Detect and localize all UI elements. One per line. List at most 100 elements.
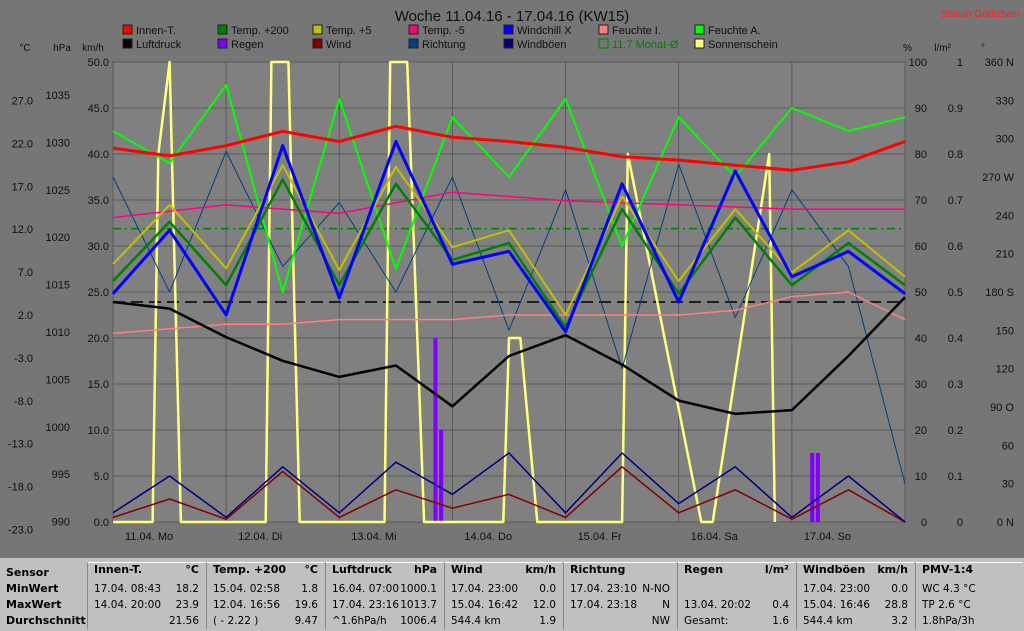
stats-cell-time: 17.04. 23:18 (570, 599, 637, 611)
rain-tick: 0.8 (948, 149, 963, 161)
axis-unit: hPa (53, 43, 71, 54)
humidity-tick: 70 (915, 195, 927, 207)
x-tick: 12.04. Di (238, 531, 282, 543)
stats-cell-time: 13.04. 20:02 (684, 599, 751, 611)
stats-cell-time: 12.04. 16:56 (213, 599, 280, 611)
direction-tick: 30 (1002, 479, 1014, 491)
x-tick: 17.04. So (804, 531, 851, 543)
legend-swatch (408, 24, 419, 35)
direction-tick: 360 N (985, 57, 1014, 69)
axis-unit: °C (19, 43, 30, 54)
stats-cell-value: 1000.1 (400, 583, 437, 595)
pressure-tick: 1035 (46, 90, 70, 102)
legend-label: Innen-T. (136, 25, 176, 37)
stats-row: 17.04. 23:10 N-NO (570, 583, 670, 597)
wind-tick: 45.0 (88, 103, 109, 115)
direction-tick: 0 N (997, 517, 1014, 529)
stats-panel-unit: hPa (413, 563, 437, 576)
stats-cell-time: ^1.6hPa/h (332, 615, 387, 627)
rain-tick: 0.1 (948, 471, 963, 483)
rain-tick: 0.5 (948, 287, 963, 299)
stats-panel-unit: °C (304, 563, 318, 576)
stats-row: 12.04. 16:56 19.6 (213, 599, 318, 613)
direction-tick: 300 (996, 134, 1014, 146)
legend-label: Windböen (517, 39, 567, 51)
wind-tick: 35.0 (88, 195, 109, 207)
wind-tick: 15.0 (88, 379, 109, 391)
direction-tick: 90 O (990, 402, 1014, 414)
stats-row: 17.04. 23:18 N (570, 599, 670, 613)
wind-tick: 10.0 (88, 425, 109, 437)
stats-cell-value: 1.6 (772, 615, 789, 627)
row-label-min: MinWert (6, 582, 59, 595)
stats-row: 544.4 km 1.9 (451, 615, 556, 629)
rain-tick: 1 (957, 57, 963, 69)
stats-panel-title: Temp. +200 (213, 563, 287, 576)
chart-title: Woche 11.04.16 - 17.04.16 (KW15) (395, 8, 630, 25)
x-tick: 13.04. Mi (351, 531, 396, 543)
stats-row: NW (570, 615, 670, 629)
temp-tick: -3.0 (14, 353, 33, 365)
stats-row: 17.04. 23:00 0.0 (451, 583, 556, 597)
stats-cell-value: 1013.7 (400, 599, 437, 611)
stats-cell-time: 544.4 km (803, 615, 853, 627)
legend-label: Feuchte I. (612, 25, 661, 37)
temp-tick: 12.0 (12, 224, 33, 236)
wind-tick: 5.0 (94, 471, 109, 483)
legend-label: Temp. +200 (231, 25, 289, 37)
pressure-tick: 1005 (46, 374, 70, 386)
stats-cell-value: 1006.4 (400, 615, 437, 627)
temp-tick: 22.0 (12, 138, 33, 150)
legend-swatch (217, 38, 228, 49)
stats-cell-value: 19.6 (294, 599, 318, 611)
stats-panel-title: Innen-T. (94, 563, 143, 576)
legend-swatch (598, 24, 609, 35)
humidity-tick: 10 (915, 471, 927, 483)
legend-swatch (408, 38, 419, 49)
legend-swatch (598, 38, 609, 49)
stats-cell-time: Gesamt: (684, 615, 729, 627)
legend-label: Wind (326, 39, 351, 51)
stats-cell-value: 9.47 (294, 615, 318, 627)
legend-swatch (312, 24, 323, 35)
stats-panel-unit: l/m² (764, 563, 789, 576)
stats-row: 17.04. 08:43 18.2 (94, 583, 199, 597)
x-tick: 11.04. Mo (125, 531, 173, 543)
rain-tick: 0.9 (948, 103, 963, 115)
stats-cell-value: 28.8 (884, 599, 908, 611)
rain-tick: 0.3 (948, 379, 963, 391)
rain-tick: 0.7 (948, 195, 963, 207)
rain-tick: 0.4 (948, 333, 963, 345)
stats-cell-time: 15.04. 16:42 (451, 599, 518, 611)
stats-cell-value: NW (651, 615, 670, 627)
legend-swatch (122, 38, 133, 49)
rain-bar (815, 453, 820, 522)
row-label-max: MaxWert (6, 598, 62, 611)
legend: Innen-T. Luftdruck Temp. +200 Regen Temp. +5… (122, 24, 778, 51)
temp-tick: -13.0 (8, 439, 33, 451)
temp-tick: 7.0 (18, 267, 33, 279)
stats-panel: Richtung 17.04. 23:10 N-NO 17.04. 23:18 N NW (563, 562, 676, 629)
rain-bar (433, 338, 438, 522)
pressure-tick: 990 (52, 517, 70, 529)
stats-row: TP 2.6 °C (922, 599, 1017, 613)
direction-tick: 240 (996, 210, 1014, 222)
stats-cell-value: 1.9 (539, 615, 556, 627)
stats-panel-title: Regen (684, 563, 724, 576)
axis-unit: l/m² (934, 43, 951, 54)
stats-panel-unit: km/h (525, 563, 556, 576)
rain-bar (810, 453, 815, 522)
legend-swatch (217, 24, 228, 35)
legend-label: Temp. +5 (326, 25, 372, 37)
stats-cell-time: 17.04. 23:10 (570, 583, 637, 595)
humidity-tick: 60 (915, 241, 927, 253)
stats-cell-value: N (662, 599, 670, 611)
stats-row: 16.04. 07:00 1000.1 (332, 583, 437, 597)
legend-label: Temp. -5 (422, 25, 465, 37)
stats-cell-time: 15.04. 02:58 (213, 583, 280, 595)
stats-panel: PMV-1:4 WC 4.3 °C TP 2.6 °C 1.8hPa/3h (915, 562, 1023, 629)
x-tick: 14.04. Do (464, 531, 512, 543)
x-tick: 15.04. Fr (578, 531, 622, 543)
direction-tick: 270 W (982, 172, 1014, 184)
stats-panel-title: PMV-1:4 (922, 563, 973, 576)
